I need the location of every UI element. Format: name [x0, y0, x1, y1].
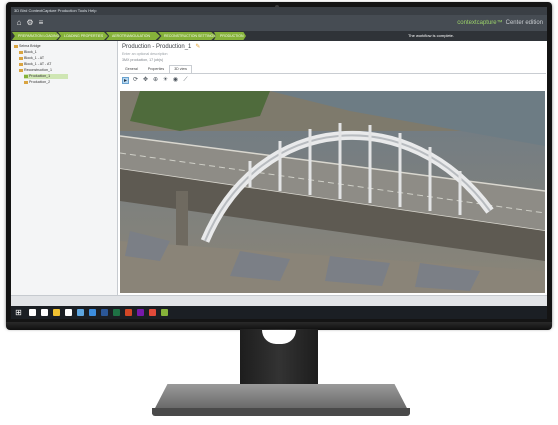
- production-title: Production - Production_1: [122, 44, 192, 50]
- word-icon[interactable]: [101, 309, 108, 316]
- tab-strip: General Properties 3D view: [120, 65, 546, 74]
- home-icon[interactable]: ⌂: [15, 18, 23, 27]
- zoom-icon[interactable]: ⊕: [152, 77, 159, 84]
- project-icon: [14, 44, 18, 48]
- windows-start-icon[interactable]: ⊞: [14, 308, 23, 317]
- store-icon[interactable]: [65, 309, 72, 316]
- tab-general[interactable]: General: [120, 65, 143, 73]
- light-icon[interactable]: ☀: [162, 77, 169, 84]
- system-clock[interactable]: [526, 307, 544, 318]
- tree-item-reconstruction[interactable]: Reconstruction_1: [19, 68, 114, 73]
- brand-edition: Center edition: [505, 20, 543, 26]
- orbit-icon[interactable]: ⟳: [132, 77, 139, 84]
- tree-item-label: Block_1: [24, 50, 37, 54]
- onenote-icon[interactable]: [137, 309, 144, 316]
- block-icon: [19, 56, 23, 60]
- production-icon: [24, 74, 28, 78]
- 3d-viewport[interactable]: [120, 91, 545, 293]
- workflow-step-label: AEROTRIANGULATION: [112, 34, 151, 38]
- app-toolbar: ⌂ ⚙ ≡ contextcapture™ Center edition: [11, 15, 547, 31]
- tree-item-production[interactable]: Production_2: [24, 80, 114, 85]
- monitor-screen: 3D Bird ContextCapture Production Tools …: [11, 7, 547, 319]
- workflow-step-label: LOADING PROPERTIES: [64, 34, 104, 38]
- window-titlebar: 3D Bird ContextCapture Production Tools …: [11, 7, 547, 15]
- workflow-step[interactable]: PREPARATION LOADING: [12, 32, 60, 40]
- mail-icon[interactable]: [77, 309, 84, 316]
- select-icon[interactable]: ▸: [122, 77, 129, 84]
- edge-icon[interactable]: [89, 309, 96, 316]
- tree-item-label: Block_1 - AT - AT: [24, 62, 52, 66]
- workflow-step[interactable]: RECONSTRUCTION SETTINGS: [158, 32, 216, 40]
- edit-pencil-icon[interactable]: ✎: [195, 44, 200, 50]
- block-icon: [19, 50, 23, 54]
- tree-item-label: Reconstruction_1: [24, 68, 52, 72]
- window-title: 3D Bird ContextCapture Production Tools …: [14, 8, 97, 13]
- reconstruction-icon: [19, 68, 23, 72]
- chrome-icon[interactable]: [149, 309, 156, 316]
- tree-item-label: Selma Bridge: [19, 44, 41, 48]
- tree-item-production-selected[interactable]: Production_1: [24, 74, 68, 79]
- view-toolbar: ▸ ⟳ ✥ ⊕ ☀ ◉ ⟋: [122, 77, 546, 85]
- powerpoint-icon[interactable]: [125, 309, 132, 316]
- workflow-bar: PREPARATION LOADING LOADING PROPERTIES A…: [11, 31, 547, 41]
- monitor-stand-base-edge: [152, 408, 410, 416]
- app-brand: contextcapture™ Center edition: [457, 18, 543, 28]
- production-panel: Production - Production_1 ✎ Enter an opti…: [118, 41, 547, 295]
- tree-item-block[interactable]: Block_1: [19, 50, 114, 55]
- workflow-status: The workflow is complete.: [407, 33, 454, 38]
- tree-item-block[interactable]: Block_1 - AT - AT: [19, 62, 114, 67]
- pan-icon[interactable]: ✥: [142, 77, 149, 84]
- camera-icon[interactable]: ◉: [172, 77, 179, 84]
- tree-item-block[interactable]: Block_1 - AT: [19, 56, 114, 61]
- taskbar: ⊞: [11, 306, 547, 319]
- search-icon[interactable]: [29, 309, 36, 316]
- measure-icon[interactable]: ⟋: [182, 77, 189, 84]
- workflow-step[interactable]: AEROTRIANGULATION: [106, 32, 160, 40]
- brand-name: contextcapture™: [457, 20, 503, 26]
- production-icon: [24, 80, 28, 84]
- tree-item-project[interactable]: Selma Bridge: [14, 44, 114, 49]
- task-view-icon[interactable]: [41, 309, 48, 316]
- contextcapture-icon[interactable]: [161, 309, 168, 316]
- production-summary: 3MX production, 17 job(s): [122, 58, 164, 62]
- settings-icon[interactable]: ⚙: [26, 18, 34, 27]
- tree-item-label: Block_1 - AT: [24, 56, 45, 60]
- explorer-icon[interactable]: [53, 309, 60, 316]
- tree-item-label: Production_1: [29, 74, 51, 78]
- description-field[interactable]: Enter an optional description: [122, 52, 168, 57]
- tab-3d-view[interactable]: 3D view: [169, 65, 192, 73]
- workflow-step-label: RECONSTRUCTION SETTINGS: [164, 34, 216, 38]
- page-title: Production - Production_1 ✎: [122, 44, 200, 51]
- workflow-step[interactable]: PRODUCTION: [214, 32, 246, 40]
- 3d-model-render: [120, 91, 545, 293]
- menu-icon[interactable]: ≡: [37, 18, 45, 27]
- bridge-pier: [176, 191, 188, 251]
- tab-properties[interactable]: Properties: [143, 65, 169, 73]
- workflow-step[interactable]: LOADING PROPERTIES: [58, 32, 108, 40]
- tree-item-label: Production_2: [29, 80, 51, 84]
- block-icon: [19, 62, 23, 66]
- excel-icon[interactable]: [113, 309, 120, 316]
- workflow-step-label: PREPARATION LOADING: [18, 34, 60, 38]
- workflow-step-label: PRODUCTION: [220, 34, 244, 38]
- project-tree-panel: Selma Bridge Block_1 Block_1 - AT Block_…: [11, 41, 118, 295]
